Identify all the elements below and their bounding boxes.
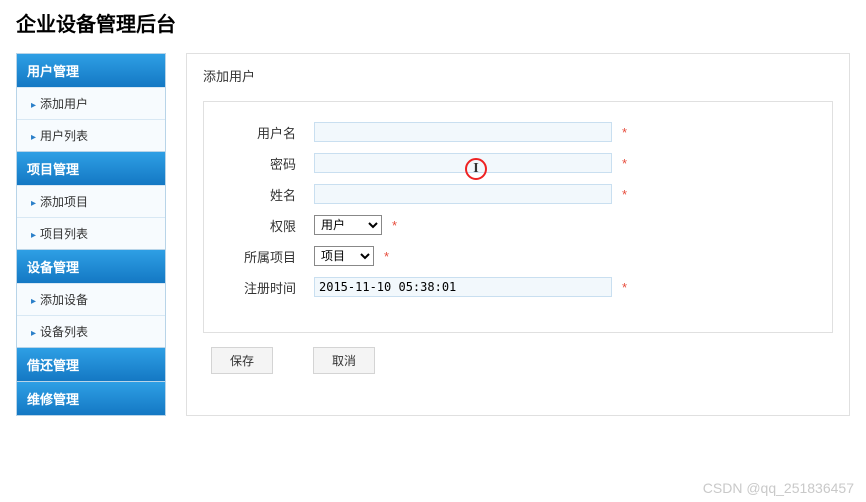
arrow-icon: ▸ [31, 328, 36, 339]
sidebar-section-repair[interactable]: 维修管理 [17, 381, 165, 415]
label-regtime: 注册时间 [228, 278, 314, 297]
required-mark: * [622, 280, 627, 295]
main-panel: 添加用户 用户名 * 密码 * 姓名 * 权限 用户 [186, 53, 850, 416]
input-regtime[interactable] [314, 277, 612, 297]
sidebar-item-project-list[interactable]: ▸项目列表 [17, 217, 165, 249]
arrow-icon: ▸ [31, 100, 36, 111]
form-title: 添加用户 [203, 66, 833, 85]
select-permission[interactable]: 用户 [314, 215, 382, 235]
label-username: 用户名 [228, 123, 314, 142]
sidebar-section-borrow[interactable]: 借还管理 [17, 347, 165, 381]
arrow-icon: ▸ [31, 198, 36, 209]
app-title: 企业设备管理后台 [16, 8, 850, 37]
sidebar-item-add-project[interactable]: ▸添加项目 [17, 185, 165, 217]
required-mark: * [622, 125, 627, 140]
sidebar-item-device-list[interactable]: ▸设备列表 [17, 315, 165, 347]
save-button[interactable]: 保存 [211, 347, 273, 374]
input-username[interactable] [314, 122, 612, 142]
label-project: 所属项目 [228, 247, 314, 266]
form-box: 用户名 * 密码 * 姓名 * 权限 用户 * [203, 101, 833, 333]
input-realname[interactable] [314, 184, 612, 204]
sidebar-section-devices[interactable]: 设备管理 [17, 249, 165, 283]
required-mark: * [384, 249, 389, 264]
sidebar: 用户管理 ▸添加用户 ▸用户列表 项目管理 ▸添加项目 ▸项目列表 设备管理 ▸… [16, 53, 166, 416]
sidebar-item-add-device[interactable]: ▸添加设备 [17, 283, 165, 315]
watermark: CSDN @qq_251836457 [703, 480, 854, 496]
arrow-icon: ▸ [31, 230, 36, 241]
sidebar-section-projects[interactable]: 项目管理 [17, 151, 165, 185]
sidebar-section-users[interactable]: 用户管理 [17, 54, 165, 87]
label-permission: 权限 [228, 216, 314, 235]
select-project[interactable]: 项目 [314, 246, 374, 266]
required-mark: * [622, 156, 627, 171]
required-mark: * [392, 218, 397, 233]
arrow-icon: ▸ [31, 132, 36, 143]
sidebar-item-add-user[interactable]: ▸添加用户 [17, 87, 165, 119]
arrow-icon: ▸ [31, 296, 36, 307]
sidebar-item-user-list[interactable]: ▸用户列表 [17, 119, 165, 151]
page-header: 企业设备管理后台 [0, 0, 866, 53]
label-password: 密码 [228, 154, 314, 173]
required-mark: * [622, 187, 627, 202]
cancel-button[interactable]: 取消 [313, 347, 375, 374]
input-password[interactable] [314, 153, 612, 173]
label-realname: 姓名 [228, 185, 314, 204]
